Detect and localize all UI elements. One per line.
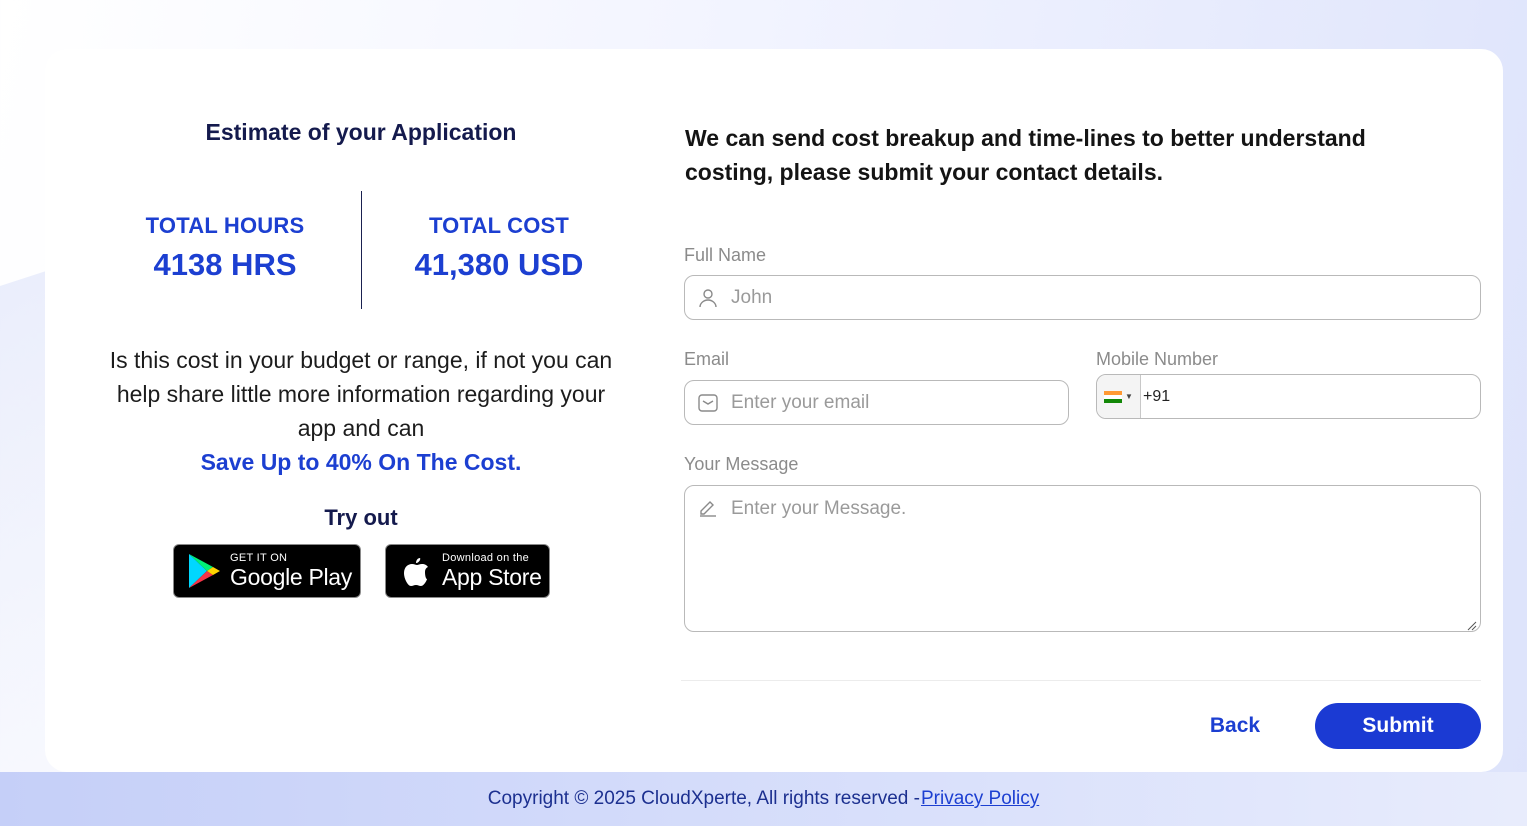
pencil-icon [697, 496, 719, 518]
total-hours-stat: TOTAL HOURS 4138 HRS [135, 213, 315, 283]
india-flag-icon [1104, 390, 1123, 403]
copyright-text: Copyright © 2025 CloudXperte, All rights… [487, 788, 920, 809]
email-field[interactable] [684, 380, 1069, 425]
user-icon [697, 287, 719, 309]
submit-button[interactable]: Submit [1315, 703, 1481, 749]
google-play-big-text: Google Play [230, 564, 352, 590]
message-field[interactable] [684, 485, 1481, 632]
resize-handle-icon[interactable] [1467, 618, 1477, 631]
country-selector[interactable]: ▼ [1097, 375, 1141, 418]
back-button[interactable]: Back [1185, 703, 1285, 749]
total-cost-label: TOTAL COST [428, 213, 570, 238]
full-name-label: Full Name [684, 245, 767, 265]
full-name-field[interactable] [684, 275, 1481, 320]
total-cost-stat: TOTAL COST 41,380 USD [389, 213, 609, 283]
mobile-field[interactable]: ▼ [1096, 374, 1481, 419]
app-store-button[interactable]: Download on the App Store [385, 544, 550, 598]
form-heading: We can send cost breakup and time-lines … [685, 125, 1366, 185]
total-hours-label: TOTAL HOURS [145, 213, 305, 238]
mobile-label: Mobile Number [1096, 349, 1219, 369]
apple-icon [396, 551, 436, 591]
chevron-down-icon: ▼ [1125, 392, 1133, 401]
total-cost-value: 41,380 USD [414, 247, 584, 282]
message-label: Your Message [684, 454, 799, 474]
estimate-card: Estimate of your Application TOTAL HOURS… [45, 49, 1503, 772]
email-label: Email [684, 349, 730, 369]
stat-divider [361, 191, 362, 309]
savings-highlight: Save Up to 40% On The Cost. [200, 449, 522, 475]
mobile-input[interactable] [1143, 387, 1450, 406]
total-hours-value: 4138 HRS [153, 247, 297, 282]
app-store-big-text: App Store [442, 564, 542, 590]
budget-pitch: Is this cost in your budget or range, if… [95, 343, 627, 479]
full-name-input[interactable] [731, 286, 1367, 309]
app-store-small-text: Download on the [442, 552, 530, 564]
footer: Copyright © 2025 CloudXperte, All rights… [0, 772, 1527, 826]
google-play-small-text: GET IT ON [230, 552, 288, 564]
email-input[interactable] [731, 391, 1038, 414]
google-play-icon [184, 551, 224, 591]
google-play-button[interactable]: GET IT ON Google Play [173, 544, 361, 598]
form-divider [681, 680, 1481, 681]
estimate-title: Estimate of your Application [205, 119, 517, 145]
message-input[interactable] [731, 498, 1447, 618]
privacy-policy-link[interactable]: Privacy Policy [921, 788, 1039, 810]
mail-icon [697, 392, 719, 414]
budget-pitch-text: Is this cost in your budget or range, if… [109, 347, 613, 441]
try-out-heading: Try out [324, 505, 398, 530]
estimate-panel: Estimate of your Application TOTAL HOURS… [45, 49, 677, 772]
